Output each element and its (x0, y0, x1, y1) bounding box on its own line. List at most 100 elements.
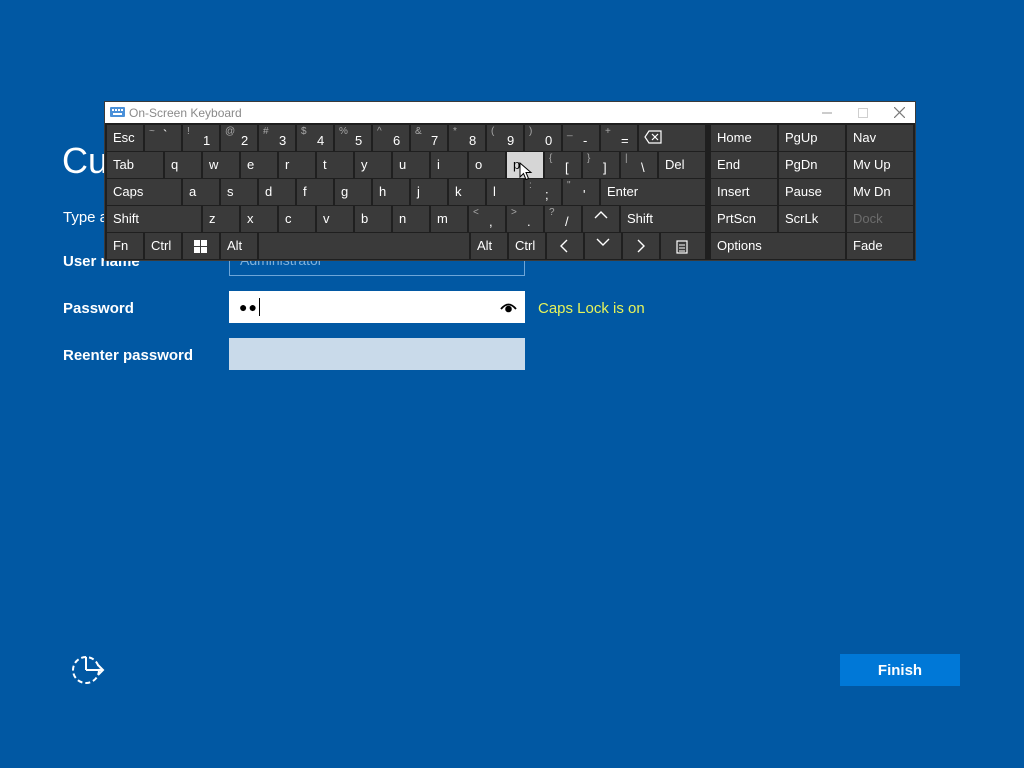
ease-of-access-icon[interactable] (70, 654, 106, 686)
key-v[interactable]: v (317, 206, 353, 232)
key-arrow-up[interactable] (583, 206, 619, 232)
on-screen-keyboard-window: On-Screen Keyboard Esc ~ ` ! 1 @2 #3 $4 % 5… (104, 101, 916, 261)
key-caps[interactable]: Caps (107, 179, 181, 205)
key-i[interactable]: i (431, 152, 467, 178)
key-u[interactable]: u (393, 152, 429, 178)
key-windows[interactable] (183, 233, 219, 259)
key-a[interactable]: a (183, 179, 219, 205)
key-fn[interactable]: Fn (107, 233, 143, 259)
key-options[interactable]: Options (711, 233, 845, 259)
key-z[interactable]: z (203, 206, 239, 232)
page-subtitle: Type a (63, 209, 109, 226)
key-arrow-down[interactable] (585, 233, 621, 259)
key-insert[interactable]: Insert (711, 179, 777, 205)
key-prtscn[interactable]: PrtScn (711, 206, 777, 232)
key-scrlk[interactable]: ScrLk (779, 206, 845, 232)
key-c[interactable]: c (279, 206, 315, 232)
key-mv-dn[interactable]: Mv Dn (847, 179, 913, 205)
key-pgup[interactable]: PgUp (779, 125, 845, 151)
key-del[interactable]: Del (659, 152, 705, 178)
minimize-button[interactable] (809, 102, 845, 123)
key-pause[interactable]: Pause (779, 179, 845, 205)
maximize-button[interactable] (845, 102, 881, 123)
key-4[interactable]: $4 (297, 125, 333, 151)
key-x[interactable]: x (241, 206, 277, 232)
key-f[interactable]: f (297, 179, 333, 205)
key-end[interactable]: End (711, 152, 777, 178)
key-fade[interactable]: Fade (847, 233, 913, 259)
key-esc[interactable]: Esc (107, 125, 143, 151)
reenter-password-label: Reenter password (63, 347, 194, 364)
key-shift-right[interactable]: Shift (621, 206, 705, 232)
key-minus[interactable]: _ - (563, 125, 599, 151)
key-o[interactable]: o (469, 152, 505, 178)
key-slash[interactable]: ? / (545, 206, 581, 232)
key-alt-left[interactable]: Alt (221, 233, 257, 259)
key-nav[interactable]: Nav (847, 125, 913, 151)
context-menu-icon (676, 240, 688, 254)
key-arrow-left[interactable] (547, 233, 583, 259)
chevron-left-icon (560, 239, 568, 253)
key-9[interactable]: (9 (487, 125, 523, 151)
key-backspace[interactable] (639, 125, 705, 151)
key-quote[interactable]: " ' (563, 179, 599, 205)
key-period[interactable]: >. (507, 206, 543, 232)
key-menu[interactable] (661, 233, 705, 259)
text-caret (258, 298, 260, 316)
windows-logo-icon (194, 240, 207, 253)
key-m[interactable]: m (431, 206, 467, 232)
key-e[interactable]: e (241, 152, 277, 178)
reveal-password-icon[interactable] (500, 299, 517, 315)
key-y[interactable]: y (355, 152, 391, 178)
key-d[interactable]: d (259, 179, 295, 205)
key-k[interactable]: k (449, 179, 485, 205)
key-b[interactable]: b (355, 206, 391, 232)
key-tab[interactable]: Tab (107, 152, 163, 178)
reenter-password-field[interactable] (229, 338, 525, 370)
key-w[interactable]: w (203, 152, 239, 178)
key-6[interactable]: ^ 6 (373, 125, 409, 151)
key-equals[interactable]: + = (601, 125, 637, 151)
osk-titlebar[interactable]: On-Screen Keyboard (105, 102, 915, 123)
key-pgdn[interactable]: PgDn (779, 152, 845, 178)
password-field[interactable]: ●● (229, 291, 525, 323)
key-l[interactable]: l (487, 179, 523, 205)
key-dock[interactable]: Dock (847, 206, 913, 232)
finish-button[interactable]: Finish (840, 654, 960, 686)
key-comma[interactable]: <, (469, 206, 505, 232)
key-q[interactable]: q (165, 152, 201, 178)
key-g[interactable]: g (335, 179, 371, 205)
key-1[interactable]: ! 1 (183, 125, 219, 151)
key-5[interactable]: % 5 (335, 125, 371, 151)
key-right-bracket[interactable]: }] (583, 152, 619, 178)
key-home[interactable]: Home (711, 125, 777, 151)
key-0[interactable]: ) 0 (525, 125, 561, 151)
key-s[interactable]: s (221, 179, 257, 205)
key-space[interactable] (259, 233, 469, 259)
chevron-up-icon (594, 211, 608, 219)
key-ctrl-right[interactable]: Ctrl (509, 233, 545, 259)
key-backslash[interactable]: | \ (621, 152, 657, 178)
key-semicolon[interactable]: :; (525, 179, 561, 205)
key-left-bracket[interactable]: {[ (545, 152, 581, 178)
key-8[interactable]: * 8 (449, 125, 485, 151)
key-2[interactable]: @2 (221, 125, 257, 151)
key-7[interactable]: & 7 (411, 125, 447, 151)
key-alt-right[interactable]: Alt (471, 233, 507, 259)
key-backtick[interactable]: ~ ` (145, 125, 181, 151)
key-arrow-right[interactable] (623, 233, 659, 259)
key-3[interactable]: #3 (259, 125, 295, 151)
chevron-right-icon (637, 239, 645, 253)
key-ctrl-left[interactable]: Ctrl (145, 233, 181, 259)
key-r[interactable]: r (279, 152, 315, 178)
key-h[interactable]: h (373, 179, 409, 205)
key-shift-left[interactable]: Shift (107, 206, 201, 232)
key-t[interactable]: t (317, 152, 353, 178)
key-j[interactable]: j (411, 179, 447, 205)
key-enter[interactable]: Enter (601, 179, 705, 205)
page-title: Cu (62, 140, 109, 181)
key-mv-up[interactable]: Mv Up (847, 152, 913, 178)
mouse-pointer-icon (519, 162, 533, 181)
close-button[interactable] (881, 102, 917, 123)
key-n[interactable]: n (393, 206, 429, 232)
